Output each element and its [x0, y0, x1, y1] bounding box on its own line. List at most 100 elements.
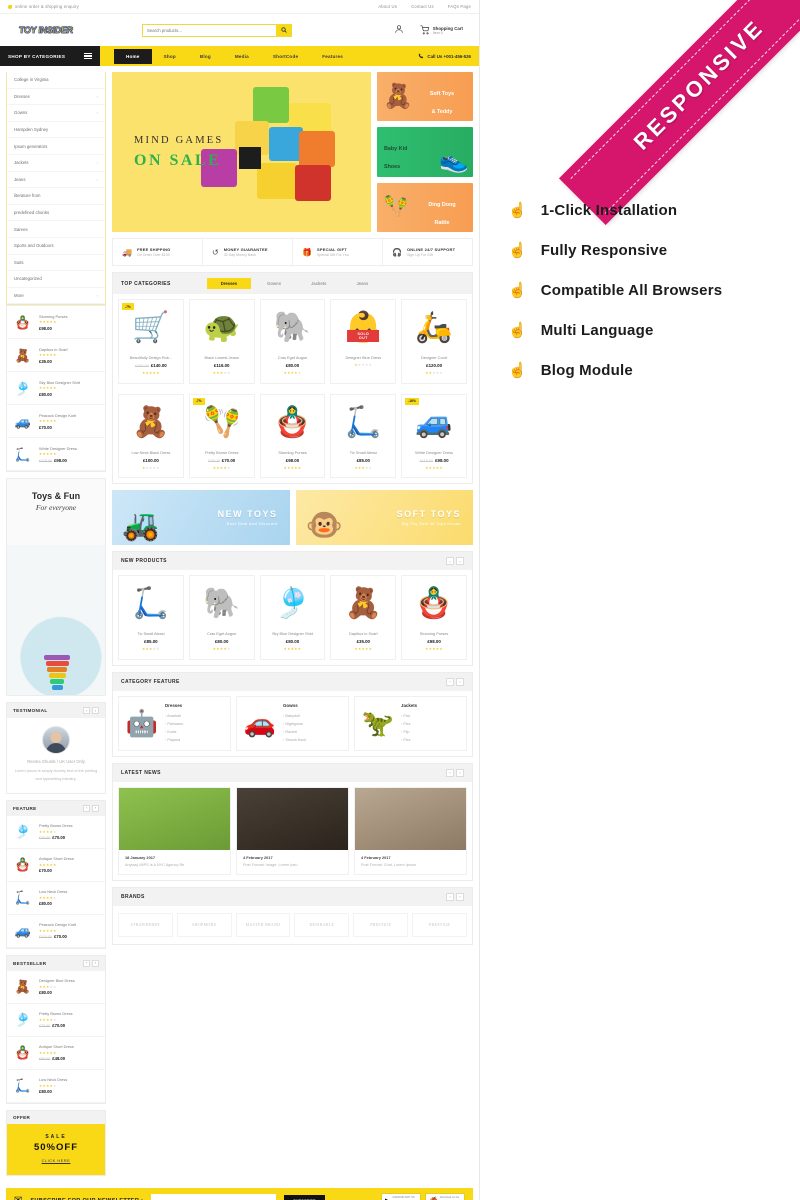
- category-sublink[interactable]: Kurta: [165, 728, 183, 736]
- category-item[interactable]: Gowns ›: [7, 105, 105, 122]
- category-item[interactable]: literature from: [7, 188, 105, 205]
- nav-item-shop[interactable]: Shop: [152, 49, 188, 64]
- offer-banner[interactable]: SALE 50%OFF CLICK HERE: [7, 1123, 105, 1175]
- category-item[interactable]: Suits: [7, 255, 105, 272]
- brand-logo[interactable]: DESIRABLE: [294, 912, 350, 937]
- offer-click-here-link[interactable]: CLICK HERE: [13, 1159, 99, 1163]
- category-item[interactable]: Ipsum generators: [7, 138, 105, 155]
- cart-button[interactable]: Shopping Cart Item 0: [420, 25, 463, 35]
- sidebar-product-item[interactable]: 🪆 Antique Short Dress ★★★★★ £80.00 £48.00: [7, 1037, 105, 1070]
- brand-logo[interactable]: PRESTIGE: [353, 912, 409, 937]
- category-sublink[interactable]: Smock frock: [283, 736, 306, 744]
- news-card[interactable]: 4 February 2017 Post Format: Chat, Lorem…: [354, 786, 467, 875]
- sidebar-product-item[interactable]: 🪆 Antique Short Dress ★★★★★ £70.00: [7, 849, 105, 882]
- site-logo[interactable]: TOY INSIDER: [10, 20, 82, 40]
- product-card[interactable]: 🐘 Cras Eget Augue £80.00 ★★★★★: [188, 575, 255, 660]
- brand-logo[interactable]: PRESTIGE: [412, 912, 467, 937]
- sidebar-product-item[interactable]: 🛴 White Designer Dress ★★★★★ £115.00 £98.…: [7, 438, 105, 472]
- sidebar-product-item[interactable]: 🎐 Sky Blue Designer Shirt ★★★★★ £80.00: [7, 372, 105, 406]
- nav-item-blog[interactable]: Blog: [188, 49, 223, 64]
- sidebar-product-item[interactable]: 🚙 Peacock Design Kurti ★★★★★ £115.00 £70.…: [7, 915, 105, 948]
- category-sublink[interactable]: Anarkali: [165, 712, 183, 720]
- nav-item-media[interactable]: Media: [223, 49, 261, 64]
- category-item[interactable]: Jackets ›: [7, 155, 105, 172]
- product-card[interactable]: 🛵 Designer Court £120.00 ★★★★★: [401, 299, 467, 384]
- category-feature-card[interactable]: 🤖 Dresses AnarkaliParisamuKurtaPajama: [118, 695, 231, 751]
- tab-jackets[interactable]: Jackets: [297, 278, 340, 289]
- category-sublink[interactable]: Rachel: [283, 728, 306, 736]
- category-sublink[interactable]: Nightgown: [283, 720, 306, 728]
- category-sublink[interactable]: Babydoll: [283, 712, 306, 720]
- category-item[interactable]: College in Virginia: [7, 72, 105, 89]
- latest-news-next-button[interactable]: ›: [456, 768, 464, 777]
- account-icon[interactable]: [394, 21, 404, 39]
- tab-gowns[interactable]: Gowns: [253, 278, 295, 289]
- product-card[interactable]: 🧸 Low Neck Black Dress £100.00 ★★★★★: [118, 393, 184, 478]
- widget-prev-button[interactable]: ‹: [83, 959, 90, 967]
- product-card[interactable]: 🛴 Tic Small Alessi £85.00 ★★★★★: [330, 393, 397, 478]
- brand-logo[interactable]: SHOPMORE: [176, 912, 232, 937]
- google-play-badge[interactable]: ▶ ANDROID APP ON Google play: [381, 1193, 421, 1200]
- testimonial-prev-button[interactable]: ‹: [83, 707, 90, 715]
- toys-and-fun-banner[interactable]: Toys & Fun For everyone: [6, 478, 106, 697]
- category-feature-card[interactable]: 🦖 Jackets FlatFlexFlipFlex: [354, 695, 467, 751]
- category-item[interactable]: Uncategorized: [7, 271, 105, 288]
- sidebar-product-item[interactable]: 🎐 Pretty Brown Dress ★★★★★ £75.00 £70.00: [7, 816, 105, 849]
- sidebar-product-item[interactable]: 🛴 Low Neck Dress ★★★★★ £80.00: [7, 882, 105, 915]
- side-banner-baby-shoes[interactable]: Baby Kid Shoes Shop Now 👟: [377, 127, 473, 177]
- nav-item-shortcode[interactable]: ShortCode: [261, 49, 310, 64]
- product-card[interactable]: 🛴 Tic Small Alessi £85.00 ★★★★★: [118, 575, 184, 660]
- new-products-next-button[interactable]: ›: [456, 557, 464, 565]
- category-sublink[interactable]: Parisamu: [165, 720, 183, 728]
- sidebar-product-item[interactable]: 🧸 Dapibus in Scarf ★★★★★ £35.00: [7, 339, 105, 373]
- promo-banner-new-toys[interactable]: 🚜 NEW TOYS Best Deal And Discount: [112, 490, 290, 545]
- widget-next-button[interactable]: ›: [92, 959, 99, 967]
- testimonial-next-button[interactable]: ›: [92, 707, 99, 715]
- product-card[interactable]: -7% 🪇 Pretty Brown Dress £75.00 £70.00 ★★…: [188, 393, 255, 478]
- brands-next-button[interactable]: ›: [456, 892, 464, 901]
- category-item[interactable]: predefined chunks: [7, 205, 105, 222]
- product-card[interactable]: 🐘 Cras Eget Augue £80.00 ★★★★★: [259, 299, 326, 384]
- nav-item-home[interactable]: Home: [114, 48, 152, 64]
- product-card[interactable]: -7% 🛒 Beautifully Design Rob... £150.00 £…: [118, 299, 184, 384]
- brands-prev-button[interactable]: ‹: [446, 892, 454, 901]
- category-sublink[interactable]: Pajama: [165, 736, 183, 744]
- category-sublink[interactable]: Flex: [401, 736, 417, 744]
- latest-news-prev-button[interactable]: ‹: [446, 768, 454, 777]
- category-feature-card[interactable]: 🚗 Gowns BabydollNightgownRachelSmock fro…: [236, 695, 349, 751]
- product-card[interactable]: 🪆 Stunning Purses £98.00 ★★★★★: [259, 393, 326, 478]
- widget-next-button[interactable]: ›: [92, 804, 99, 812]
- newsletter-email-input[interactable]: [151, 1193, 277, 1200]
- sidebar-product-item[interactable]: 🎐 Pretty Brown Dress ★★★★★ £75.00 £70.00: [7, 1004, 105, 1037]
- top-link-about[interactable]: About Us: [378, 4, 397, 9]
- product-card[interactable]: 👶 SOLD OUT Designer Blue Dress ★★★★★: [330, 299, 397, 384]
- promo-banner-soft-toys[interactable]: 🐵 SOFT TOYS Big Toy Sale At Toys House: [295, 490, 473, 545]
- category-item[interactable]: Hampden Sydney: [7, 122, 105, 139]
- category-sublink[interactable]: Flat: [401, 712, 417, 720]
- new-products-prev-button[interactable]: ‹: [446, 557, 454, 565]
- sidebar-product-item[interactable]: 🪆 Stunning Purses ★★★★★ £98.00: [7, 306, 105, 340]
- category-sublink[interactable]: Flex: [401, 720, 417, 728]
- top-link-contact[interactable]: Contact Us: [411, 4, 434, 9]
- sidebar-product-item[interactable]: 🧸 Designer Blue Dress ★★★★★ £80.00: [7, 971, 105, 1004]
- category-item[interactable]: More ›: [7, 288, 105, 305]
- tab-dresses[interactable]: Dresses: [206, 278, 252, 289]
- news-card[interactable]: 4 February 2017 Post Format: Image, Lore…: [236, 786, 349, 875]
- nav-item-features[interactable]: Features: [310, 49, 355, 64]
- side-banner-soft-toys[interactable]: 🧸 Soft Toys & Teddy Shop Now: [377, 72, 473, 122]
- tab-jeans[interactable]: Jeans: [342, 278, 382, 289]
- category-item[interactable]: Dresses ›: [7, 89, 105, 106]
- category-item[interactable]: Sports and Outdoors: [7, 238, 105, 255]
- category-feature-prev-button[interactable]: ‹: [446, 677, 454, 686]
- sidebar-product-item[interactable]: 🛴 Low Neck Dress ★★★★★ £80.00: [7, 1070, 105, 1103]
- shop-by-categories-button[interactable]: SHOP BY CATEGORIES: [0, 46, 100, 66]
- brand-logo[interactable]: MASTER BRAND: [235, 912, 291, 937]
- product-card[interactable]: 🐢 Black Lowest Jeans £116.00 ★★★★★: [188, 299, 255, 384]
- sidebar-product-item[interactable]: 🚙 Peacock Design Kurti ★★★★★ £70.00: [7, 405, 105, 439]
- app-store-badge[interactable]: 🍎 Download on the App Store: [425, 1193, 465, 1200]
- news-card[interactable]: 18 January 2017 Anyway MIPS Is A NYC Age…: [118, 786, 231, 875]
- top-link-faqs[interactable]: FAQs Page: [448, 4, 471, 9]
- widget-prev-button[interactable]: ‹: [83, 804, 90, 812]
- product-card[interactable]: 🎐 Sky Blue Designer Shirt £80.00 ★★★★★: [259, 575, 326, 660]
- side-banner-ding-dong-rattle[interactable]: 🪇 Ding Dong Rattle: [377, 182, 473, 232]
